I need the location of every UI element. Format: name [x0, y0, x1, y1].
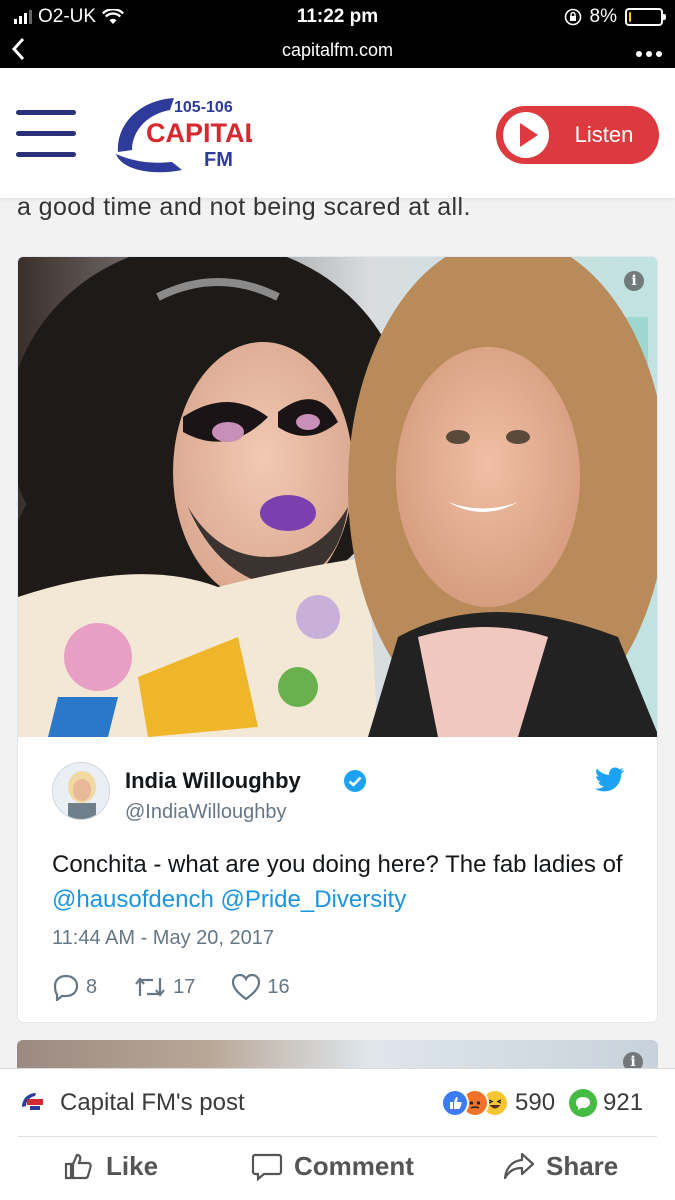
- tweet-embed[interactable]: i India Willoughby @IndiaWilloughby Conc…: [17, 256, 658, 1023]
- share-icon: [503, 1152, 535, 1180]
- svg-text:CAPITAL: CAPITAL: [146, 118, 252, 148]
- comment-icon: [251, 1153, 283, 1182]
- tweet-author-name[interactable]: India Willoughby: [125, 768, 301, 794]
- post-title[interactable]: Capital FM's post: [60, 1089, 245, 1117]
- reply-count: 8: [86, 975, 98, 998]
- info-icon[interactable]: i: [624, 271, 644, 291]
- avatar[interactable]: [52, 762, 110, 820]
- site-header: 105-106 CAPITAL FM Listen: [0, 68, 675, 198]
- facebook-actions: Like Comment Share: [0, 1149, 675, 1193]
- capital-fm-logo[interactable]: 105-106 CAPITAL FM: [112, 92, 261, 180]
- comments-count: 921: [603, 1089, 644, 1116]
- twitter-bird-icon[interactable]: [595, 767, 625, 793]
- heart-icon: [232, 973, 261, 1001]
- retweet-button[interactable]: 17: [133, 974, 195, 1000]
- tweet-author-handle[interactable]: @IndiaWilloughby: [125, 801, 287, 824]
- retweet-icon: [135, 977, 165, 997]
- facebook-post-bar: Capital FM's post 590 921 Like Comment S…: [0, 1068, 675, 1200]
- battery-icon: [625, 8, 666, 26]
- tweet-text: Conchita - what are you doing here? The …: [52, 851, 623, 913]
- tweet-actions: 8 17 16: [52, 972, 326, 1002]
- listen-button[interactable]: Listen: [496, 106, 659, 164]
- url-bar[interactable]: capitalfm.com: [0, 40, 675, 61]
- more-button[interactable]: [635, 38, 663, 64]
- svg-text:105-106: 105-106: [174, 99, 233, 116]
- mention-pride-diversity-link[interactable]: @Pride_Diversity: [220, 886, 406, 913]
- mention-hausofdench-link[interactable]: @hausofdench: [52, 886, 214, 913]
- like-reaction-icon: [441, 1089, 469, 1117]
- battery-percent: 8%: [589, 6, 617, 27]
- reactions-summary[interactable]: 590 921: [441, 1089, 657, 1117]
- like-button[interactable]: 16: [231, 973, 290, 1001]
- play-icon: [503, 112, 549, 158]
- status-bar: O2-UK 11:22 pm 8% capitalfm.com: [0, 0, 675, 68]
- menu-button[interactable]: [16, 110, 76, 158]
- comment-button[interactable]: Comment: [250, 1149, 414, 1183]
- reply-button[interactable]: 8: [52, 973, 97, 1001]
- svg-text:FM: FM: [204, 149, 233, 171]
- like-button[interactable]: Like: [62, 1149, 158, 1183]
- verified-badge-icon: [344, 770, 366, 792]
- article-text: a good time and not being scared at all.: [17, 193, 471, 221]
- comment-count-icon: [569, 1089, 598, 1117]
- divider: [18, 1136, 657, 1137]
- reactions-count: 590: [515, 1089, 556, 1116]
- orientation-lock-icon: [564, 8, 581, 26]
- capital-fm-small-logo: [20, 1091, 46, 1113]
- more-icon: [636, 51, 662, 57]
- battery-status: 8%: [564, 6, 666, 28]
- thumbs-up-icon: [64, 1153, 92, 1180]
- tweet-photo[interactable]: i: [18, 257, 657, 737]
- like-count: 16: [267, 975, 290, 998]
- retweet-count: 17: [173, 975, 196, 998]
- reply-icon: [53, 974, 79, 1001]
- share-button[interactable]: Share: [502, 1149, 618, 1183]
- tweet-timestamp[interactable]: 11:44 AM - May 20, 2017: [52, 927, 274, 950]
